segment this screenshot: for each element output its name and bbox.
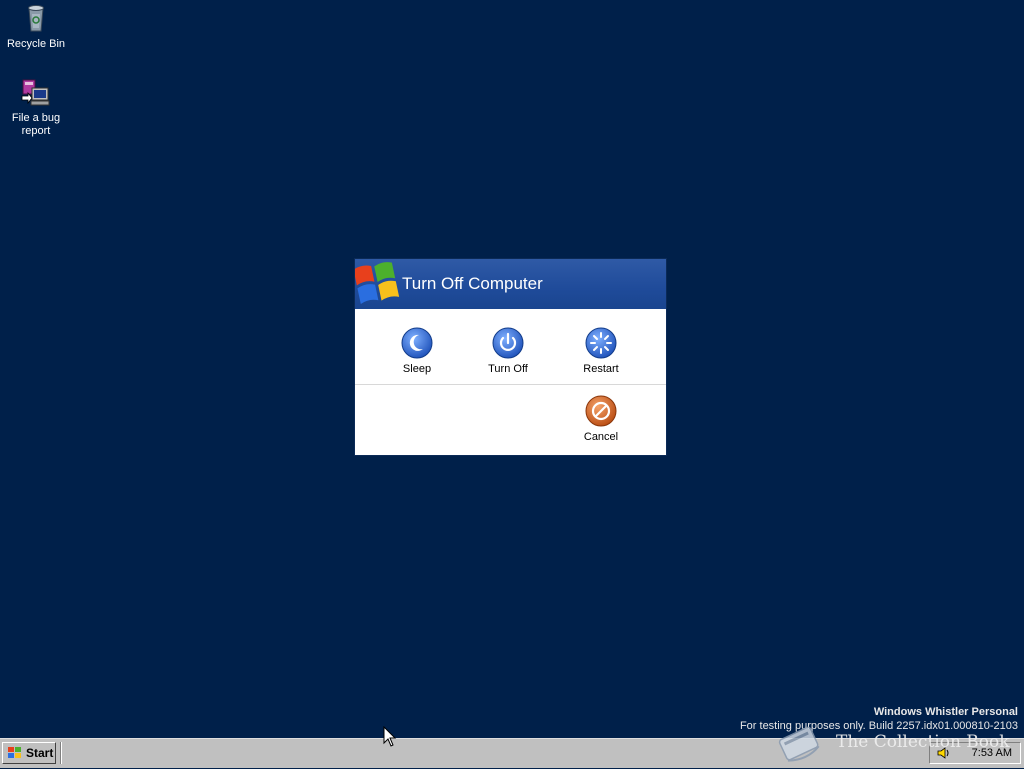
turn-off-button[interactable]: Turn Off [473, 327, 543, 375]
windows-flag-icon [7, 746, 23, 760]
windows-flag-icon [355, 259, 401, 309]
brand-overlay: The Collection Book [774, 722, 1024, 768]
dialog-separator [355, 384, 666, 385]
desktop-icon-recycle-bin[interactable]: Recycle Bin [0, 2, 72, 51]
bug-report-icon [20, 76, 52, 108]
desktop-icon-label: Recycle Bin [6, 38, 66, 50]
dialog-header: Turn Off Computer [355, 259, 666, 309]
power-icon [492, 327, 524, 359]
restart-label: Restart [583, 363, 619, 375]
watermark-title: Windows Whistler Personal [873, 706, 1018, 718]
sleep-label: Sleep [402, 363, 432, 375]
sleep-moon-icon [401, 327, 433, 359]
desktop-icon-label: File a bug report [11, 112, 61, 137]
cancel-button[interactable]: Cancel [566, 395, 636, 443]
start-label: Start [26, 746, 54, 760]
desktop-icon-file-bug-report[interactable]: File a bug report [0, 76, 72, 138]
start-button[interactable]: Start [2, 742, 56, 764]
restart-icon [585, 327, 617, 359]
turn-off-computer-dialog: Turn Off Computer Sleep Turn Off Restart… [354, 258, 667, 456]
recycle-bin-icon [20, 2, 52, 34]
taskbar-divider [60, 742, 62, 764]
mouse-cursor-icon [383, 725, 397, 748]
turn-off-label: Turn Off [488, 363, 528, 375]
cancel-icon [585, 395, 617, 427]
book-icon [774, 722, 826, 766]
restart-button[interactable]: Restart [566, 327, 636, 375]
brand-text: The Collection Book [836, 732, 1010, 752]
cancel-label: Cancel [583, 431, 619, 443]
sleep-button[interactable]: Sleep [382, 327, 452, 375]
dialog-title: Turn Off Computer [402, 274, 543, 293]
